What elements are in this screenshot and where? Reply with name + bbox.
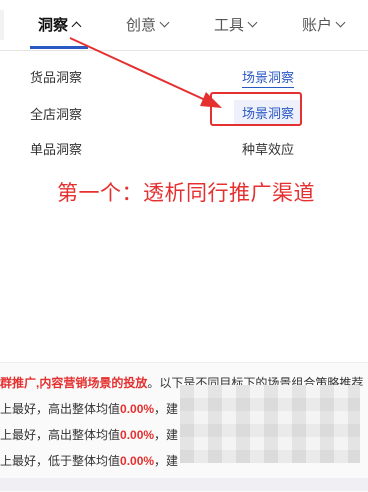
strategy-row-suffix: ，建 — [154, 402, 179, 416]
strategy-row-suffix: ，建 — [154, 454, 179, 468]
strategy-row-value: 0.00% — [120, 454, 155, 468]
strategy-intro-highlight: 群推广,内容营销场景的投放 — [0, 376, 148, 390]
strategy-row-suffix: ，建 — [154, 428, 179, 442]
strategy-row: 上最好，高出整体均值0.00%，建 — [0, 426, 178, 443]
annotation-caption: 第一个：透析同行推广渠道 — [57, 182, 315, 205]
strategy-row-prefix: 上最好，高出整体均值 — [0, 428, 121, 442]
redacted-mosaic — [180, 385, 360, 463]
strategy-row-value: 0.00% — [120, 402, 155, 416]
strategy-row-value: 0.00% — [120, 428, 155, 442]
strategy-row: 上最好，低于整体均值0.00%，建 — [0, 452, 178, 469]
strategy-row-prefix: 上最好，低于整体均值 — [0, 454, 121, 468]
strategy-row: 上最好，高出整体均值0.00%，建 — [0, 400, 178, 417]
bottom-scroll-area — [0, 478, 368, 491]
strategy-row-prefix: 上最好，高出整体均值 — [0, 402, 121, 416]
